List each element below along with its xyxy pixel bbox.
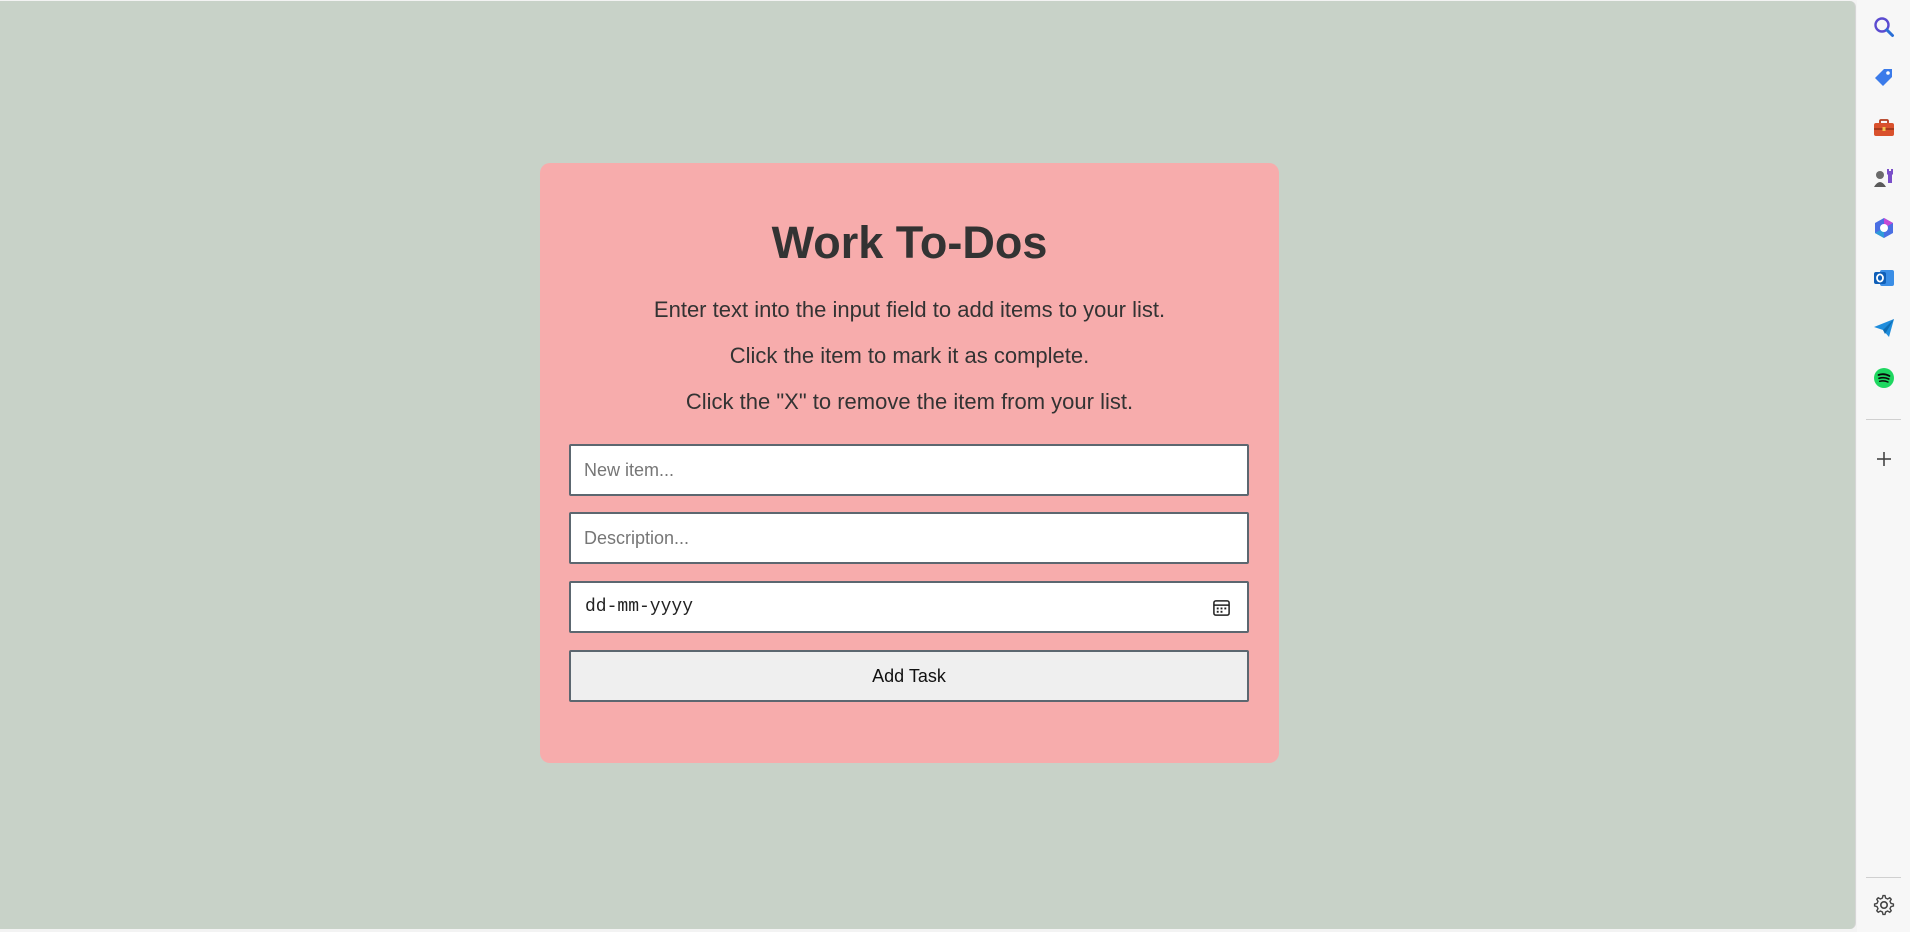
settings-icon[interactable] — [1871, 892, 1897, 918]
instruction-remove: Click the "X" to remove the item from yo… — [685, 389, 1134, 414]
browser-sidebar — [1857, 0, 1910, 932]
sidebar-divider — [1866, 419, 1901, 420]
instruction-complete: Click the item to mark it as complete. — [729, 343, 1090, 368]
spotify-icon[interactable] — [1871, 365, 1897, 391]
search-icon[interactable] — [1871, 14, 1897, 40]
description-field — [569, 512, 1249, 564]
date-placeholder: dd-mm-yyyy — [585, 597, 694, 617]
page-title: Work To-Dos — [771, 217, 1048, 268]
date-input[interactable]: dd-mm-yyyy — [569, 581, 1249, 633]
sidebar-divider — [1866, 877, 1901, 878]
calendar-icon[interactable] — [1212, 598, 1231, 617]
copilot-icon[interactable] — [1871, 215, 1897, 241]
new-item-field — [569, 444, 1249, 496]
toolbox-icon[interactable] — [1871, 115, 1897, 141]
shopping-tag-icon[interactable] — [1871, 65, 1897, 91]
page-viewport: Work To-Dos Enter text into the input fi… — [0, 1, 1856, 929]
instruction-add: Enter text into the input field to add i… — [653, 297, 1166, 322]
games-icon[interactable] — [1871, 165, 1897, 191]
new-item-input[interactable] — [571, 446, 1247, 494]
send-icon[interactable] — [1871, 315, 1897, 341]
description-input[interactable] — [571, 514, 1247, 562]
outlook-icon[interactable] — [1871, 265, 1897, 291]
add-task-button[interactable]: Add Task — [569, 650, 1249, 702]
todo-card: Work To-Dos Enter text into the input fi… — [540, 163, 1279, 763]
add-icon[interactable] — [1871, 446, 1897, 472]
